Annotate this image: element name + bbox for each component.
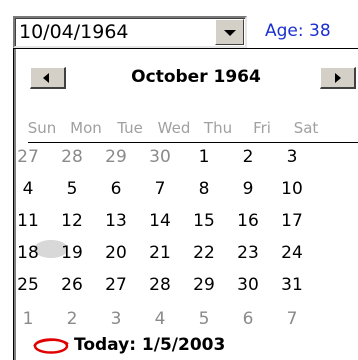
day-cell[interactable]: 20	[94, 243, 138, 263]
day-cell[interactable]: 23	[226, 243, 270, 263]
day-cell[interactable]: 12	[50, 211, 94, 231]
age-label: Age: 38	[265, 21, 331, 41]
weekday-label: Sun	[27, 119, 57, 137]
weekday-header: Sun Mon Tue Wed Thu Fri Sat	[28, 119, 358, 139]
day-cell[interactable]: 29	[94, 147, 138, 167]
date-input[interactable]: 10/04/1964	[19, 21, 129, 43]
day-cell[interactable]: 13	[94, 211, 138, 231]
day-cell[interactable]: 27	[6, 147, 50, 167]
weekday-label: Sat	[293, 119, 319, 137]
day-cell[interactable]: 29	[182, 275, 226, 295]
weekday-label: Mon	[70, 119, 102, 137]
day-cell[interactable]: 14	[138, 211, 182, 231]
day-cell[interactable]: 24	[270, 243, 314, 263]
dropdown-button[interactable]	[215, 19, 244, 45]
month-title: October 1964	[131, 67, 261, 87]
weekday-divider	[28, 142, 358, 143]
day-cell[interactable]: 1	[182, 147, 226, 167]
weekday-label: Thu	[203, 119, 233, 137]
day-cell[interactable]: 16	[226, 211, 270, 231]
day-cell[interactable]: 28	[138, 275, 182, 295]
day-cell[interactable]: 6	[226, 309, 270, 329]
day-cell-selected[interactable]: 4	[6, 179, 50, 199]
today-label: Today: 1/5/2003	[74, 335, 226, 355]
day-cell[interactable]: 2	[50, 309, 94, 329]
weekday-label: Fri	[253, 119, 271, 137]
today-circle-icon	[33, 338, 69, 354]
prev-month-button[interactable]	[30, 67, 66, 89]
day-cell[interactable]: 17	[270, 211, 314, 231]
weekday-label: Tue	[117, 119, 143, 137]
day-cell[interactable]: 9	[226, 179, 270, 199]
day-cell[interactable]: 15	[182, 211, 226, 231]
day-cell[interactable]: 5	[50, 179, 94, 199]
day-cell[interactable]: 30	[138, 147, 182, 167]
day-cell[interactable]: 1	[6, 309, 50, 329]
day-cell[interactable]: 10	[270, 179, 314, 199]
day-cell[interactable]: 8	[182, 179, 226, 199]
day-cell[interactable]: 3	[94, 309, 138, 329]
day-cell[interactable]: 6	[94, 179, 138, 199]
day-cell[interactable]: 2	[226, 147, 270, 167]
day-cell[interactable]: 26	[50, 275, 94, 295]
date-combo[interactable]: 10/04/1964	[13, 16, 247, 48]
day-cell[interactable]: 4	[138, 309, 182, 329]
day-cell[interactable]: 19	[50, 243, 94, 263]
day-cell[interactable]: 30	[226, 275, 270, 295]
day-cell[interactable]: 3	[270, 147, 314, 167]
day-cell[interactable]: 27	[94, 275, 138, 295]
day-cell[interactable]: 31	[270, 275, 314, 295]
calendar-popup: October 1964 Sun Mon Tue Wed Thu Fri Sat…	[13, 48, 358, 360]
day-cell[interactable]: 7	[138, 179, 182, 199]
next-month-button[interactable]	[320, 67, 356, 89]
day-cell[interactable]: 7	[270, 309, 314, 329]
day-cell[interactable]: 22	[182, 243, 226, 263]
day-cell[interactable]: 18	[6, 243, 50, 263]
day-cell[interactable]: 11	[6, 211, 50, 231]
weekday-label: Wed	[157, 119, 191, 137]
day-cell[interactable]: 5	[182, 309, 226, 329]
day-cell[interactable]: 28	[50, 147, 94, 167]
day-cell[interactable]: 25	[6, 275, 50, 295]
day-cell[interactable]: 21	[138, 243, 182, 263]
